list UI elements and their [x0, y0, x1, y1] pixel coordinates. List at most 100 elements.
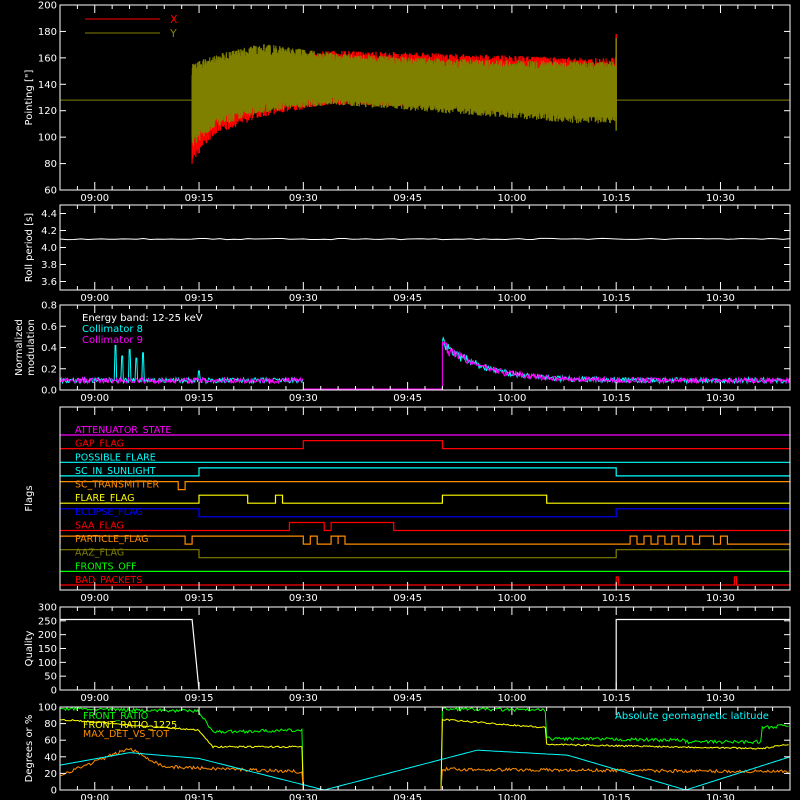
- series-y: [191, 44, 617, 146]
- y-axis-quality: 0 50 100 150 200 250 300: [38, 603, 790, 697]
- y-tick-label: 0.8: [41, 301, 57, 312]
- x-tick-label: 09:15: [185, 293, 214, 304]
- y-tick-label: 60: [44, 186, 57, 197]
- flag-line: [60, 508, 790, 518]
- x-tick-label: 10:00: [497, 693, 526, 704]
- y-tick-label: 3.8: [41, 260, 57, 271]
- y-label-flags: Flags: [24, 485, 35, 511]
- y-tick-label: 150: [38, 644, 57, 655]
- x-tick-label: 10:15: [602, 193, 631, 204]
- y-tick-label: 60: [44, 736, 57, 747]
- y-tick-label: 140: [38, 80, 57, 91]
- y-tick-label: 120: [38, 106, 57, 117]
- panel-roll: 09:00 09:15 09:30 09:45 10:00 10:15 10:303.63.…: [24, 204, 791, 304]
- plot-area-roll: [60, 237, 790, 241]
- flag-particle-flag: PARTICLE_FLAG: [60, 534, 790, 545]
- y-tick-label: 160: [38, 53, 57, 64]
- flag-line: [60, 549, 790, 559]
- flag-line: [60, 576, 790, 586]
- y-label-modulation-1: Normalized: [14, 319, 25, 376]
- flag-label: SAA_FLAG: [75, 520, 124, 531]
- x-tick-label: 09:15: [185, 793, 214, 800]
- flag-line: [60, 535, 790, 545]
- y-tick-label: 80: [44, 159, 57, 170]
- flag-label: AAZ_FLAG: [75, 548, 124, 559]
- y-tick-label: 3.6: [41, 277, 57, 288]
- plot-area-pointing: [60, 34, 790, 164]
- flag-label: GAP_FLAG: [75, 439, 124, 450]
- plot-area-modulation: [60, 336, 790, 390]
- y-tick-label: 0.2: [41, 364, 57, 375]
- flag-flare-flag: FLARE_FLAG: [60, 493, 790, 504]
- x-tick-label: 10:30: [706, 193, 735, 204]
- flag-line: [60, 521, 790, 532]
- y-tick-label: 20: [44, 769, 57, 780]
- panel-pointing: XY 09:00 09:15 09:30 09:45 10:00 10:15 10:30 60 8…: [24, 1, 791, 204]
- flag-attenuator-state: ATTENUATOR_STATE: [60, 425, 790, 436]
- series-collimator-9: [60, 340, 790, 385]
- x-tick-label: 09:45: [393, 793, 422, 800]
- panel-quality: 09:00 09:15 09:30 09:45 10:00 10:15 10:30 0 50 10…: [24, 603, 791, 704]
- x-tick-label: 09:00: [80, 393, 109, 404]
- flag-label: ECLIPSE_FLAG: [75, 507, 143, 518]
- y-axis-roll: 3.6 3.8 4.0 4.2 4.4: [41, 209, 790, 288]
- y-tick-label: 0: [51, 786, 57, 797]
- x-tick-label: 10:15: [602, 393, 631, 404]
- latitude-label: Absolute geomagnetic latitude: [615, 711, 769, 722]
- x-tick-label: 10:30: [706, 693, 735, 704]
- flag-label: SC_TRANSMITTER: [75, 480, 160, 491]
- flag-eclipse-flag: ECLIPSE_FLAG: [60, 507, 790, 518]
- x-tick-label: 09:00: [80, 693, 109, 704]
- flag-gap-flag: GAP_FLAG: [60, 439, 790, 450]
- series-max-det-vs-tot: [60, 747, 789, 790]
- y-tick-label: 200: [38, 630, 57, 641]
- y-tick-label: 80: [44, 719, 57, 730]
- x-tick-label: 09:45: [393, 593, 422, 604]
- y-tick-label: 4.2: [41, 226, 57, 237]
- legend-label-2: Collimator 9: [82, 335, 143, 346]
- x-axis-flags: 09:00 09:15 09:30 09:45 10:00 10:15 10:30: [59, 407, 791, 604]
- x-tick-label: 10:30: [706, 293, 735, 304]
- y-label-quality: Quality: [24, 631, 35, 667]
- x-tick-label: 09:00: [80, 293, 109, 304]
- series-roll-period: [60, 237, 790, 241]
- x-tick-label: 10:00: [497, 193, 526, 204]
- flag-label: SC_IN_SUNLIGHT: [75, 466, 156, 477]
- x-tick-label: 09:30: [289, 793, 318, 800]
- flag-fronts-off: FRONTS_OFF: [60, 561, 790, 572]
- x-tick-label: 09:15: [185, 393, 214, 404]
- x-tick-label: 09:15: [185, 693, 214, 704]
- legend-modulation: Energy band: 12-25 keVCollimator 8Collim…: [82, 313, 203, 346]
- flag-line: [60, 481, 790, 491]
- plot-area-quality: [60, 618, 790, 690]
- flag-label: FRONTS_OFF: [75, 561, 137, 572]
- y-label-degrees: Degrees or %: [24, 715, 35, 783]
- flag-label: FLARE_FLAG: [75, 493, 135, 504]
- x-tick-label: 09:15: [185, 593, 214, 604]
- y-tick-label: 250: [38, 616, 57, 627]
- series-absolute-geomagnetic-latitude: [60, 749, 790, 790]
- x-tick-label: 09:45: [393, 393, 422, 404]
- panel-flags: ATTENUATOR_STATE GAP_FLAG POSSIBLE_FLARE SC…: [24, 406, 791, 604]
- x-tick-label: 10:30: [706, 793, 735, 800]
- panel-degrees: FRONT_RATIOFRONT_RATIO_1225MAX_DET_VS_TO…: [24, 703, 791, 800]
- legend-label-2: MAX_DET_VS_TOT: [83, 729, 169, 740]
- series-collimator-8: [60, 336, 790, 385]
- flag-sc-transmitter: SC_TRANSMITTER: [60, 480, 790, 491]
- y-tick-label: 100: [38, 133, 57, 144]
- x-tick-label: 09:30: [289, 293, 318, 304]
- x-tick-label: 09:00: [80, 793, 109, 800]
- x-tick-label: 09:45: [393, 693, 422, 704]
- x-tick-label: 09:00: [80, 193, 109, 204]
- flag-label: POSSIBLE_FLARE: [75, 452, 156, 463]
- flag-line: [60, 494, 790, 504]
- y-label-modulation-2: modulation: [26, 319, 37, 376]
- y-tick-label: 0.6: [41, 322, 57, 333]
- flag-label: BAD_PACKETS: [75, 575, 142, 586]
- panel-modulation: Energy band: 12-25 keVCollimator 8Collim…: [14, 301, 791, 404]
- y-tick-label: 0: [51, 686, 57, 697]
- flag-sc-in-sunlight: SC_IN_SUNLIGHT: [60, 466, 790, 477]
- x-tick-label: 10:00: [497, 593, 526, 604]
- x-tick-label: 10:00: [497, 293, 526, 304]
- figure: XY 09:00 09:15 09:30 09:45 10:00 10:15 10:30 60 8…: [14, 1, 791, 800]
